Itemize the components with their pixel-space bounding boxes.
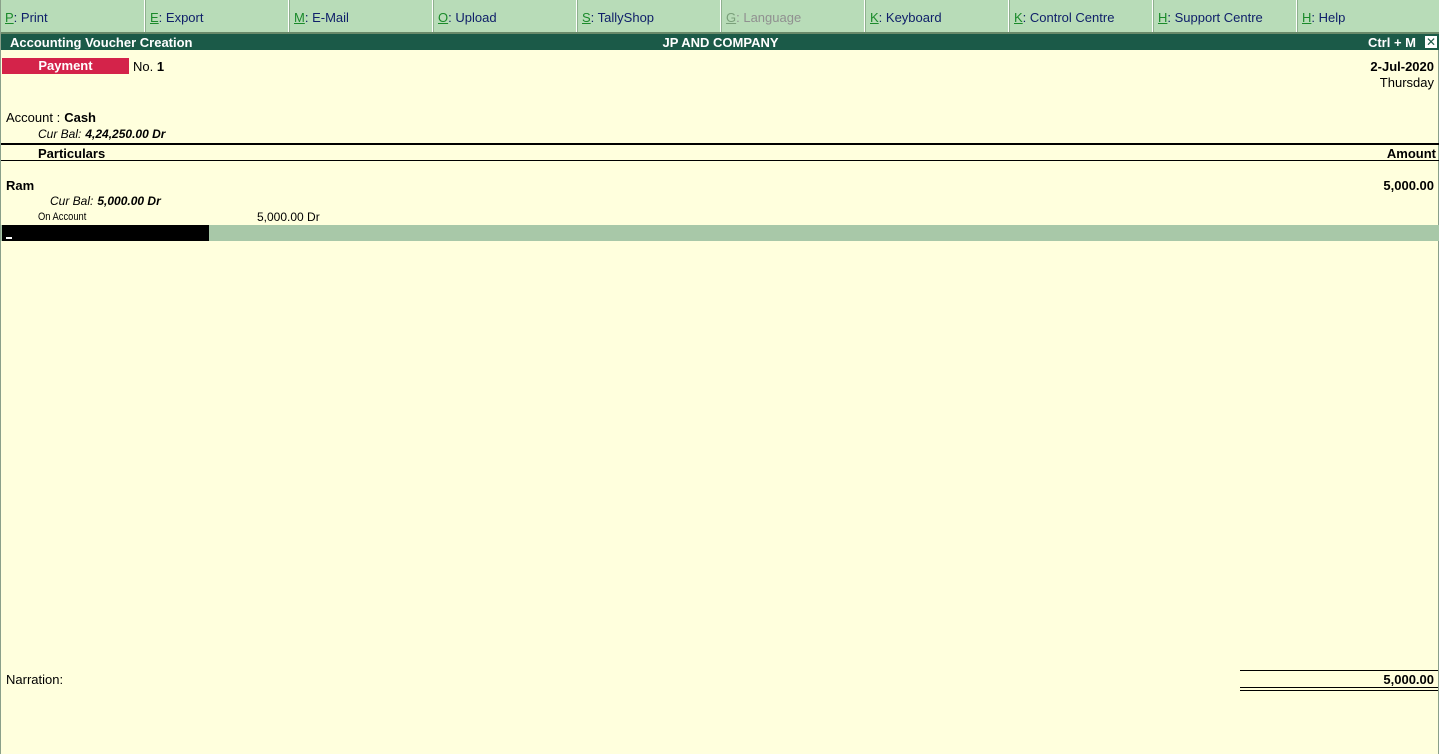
account-field[interactable]: Account : Cash — [6, 110, 96, 125]
bill-reference-amount: 5,000.00 Dr — [257, 210, 320, 224]
text-caret — [6, 237, 12, 239]
particulars-header: Particulars — [38, 146, 106, 161]
menu-help[interactable]: H: Help — [1297, 0, 1439, 32]
narration-label[interactable]: Narration: — [6, 672, 63, 687]
voucher-total: 5,000.00 — [1383, 672, 1434, 687]
top-menu-bar: P: Print E: Export M: E-Mail O: Upload S… — [1, 0, 1439, 34]
close-icon[interactable]: ✕ — [1424, 35, 1438, 49]
company-name: JP AND COMPANY — [662, 35, 779, 50]
menu-export[interactable]: E: Export — [145, 0, 289, 32]
voucher-number: No. 1 — [133, 59, 165, 74]
entry-ledger-name[interactable]: Ram — [6, 178, 34, 193]
account-name: Cash — [64, 110, 96, 125]
menu-control-centre[interactable]: K: Control Centre — [1009, 0, 1153, 32]
title-bar: Accounting Voucher Creation JP AND COMPA… — [1, 34, 1439, 50]
menu-upload[interactable]: O: Upload — [433, 0, 577, 32]
menu-support-centre[interactable]: H: Support Centre — [1153, 0, 1297, 32]
total-rule-double — [1240, 687, 1438, 691]
active-entry-row[interactable] — [1, 225, 1439, 241]
entry-amount[interactable]: 5,000.00 — [1383, 178, 1434, 193]
menu-tallyshop[interactable]: S: TallyShop — [577, 0, 721, 32]
menu-print[interactable]: P: Print — [1, 0, 145, 32]
menu-keyboard[interactable]: K: Keyboard — [865, 0, 1009, 32]
account-current-balance: Cur Bal: 4,24,250.00 Dr — [38, 127, 166, 141]
particulars-input[interactable] — [2, 225, 209, 241]
voucher-day: Thursday — [1379, 75, 1434, 90]
bill-reference-type: On Account — [38, 211, 87, 223]
menu-email[interactable]: M: E-Mail — [289, 0, 433, 32]
voucher-type-badge[interactable]: Payment — [2, 58, 129, 74]
shortcut-hint: Ctrl + M — [1367, 35, 1416, 50]
voucher-date[interactable]: 2-Jul-2020 — [1370, 59, 1434, 74]
column-header: Particulars Amount — [1, 143, 1439, 161]
amount-header: Amount — [1386, 146, 1436, 161]
total-rule-top — [1240, 670, 1438, 671]
menu-language: G: Language — [721, 0, 865, 32]
entry-current-balance: Cur Bal: 5,000.00 Dr — [50, 194, 161, 208]
tally-voucher-window: P: Print E: Export M: E-Mail O: Upload S… — [0, 0, 1439, 754]
